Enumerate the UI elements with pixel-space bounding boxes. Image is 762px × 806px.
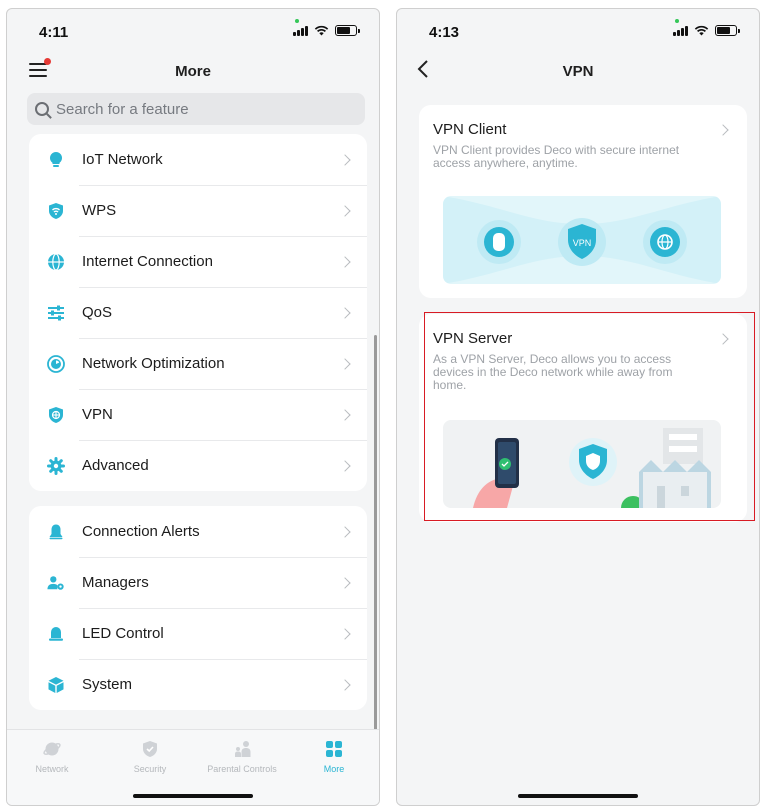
tab-label: Network bbox=[35, 764, 69, 774]
scrollbar[interactable] bbox=[374, 335, 377, 735]
search-placeholder: Search for a feature bbox=[56, 100, 189, 118]
feature-list-group-1: IoT Network WPS Internet Connection QoS bbox=[29, 134, 367, 491]
gear-icon bbox=[47, 456, 65, 475]
globe-icon bbox=[47, 252, 65, 271]
feature-list-group-2: Connection Alerts Managers LED Control S… bbox=[29, 506, 367, 710]
managers-icon bbox=[47, 574, 65, 592]
vpn-client-description: VPN Client provides Deco with secure int… bbox=[433, 143, 680, 170]
list-item-label: QoS bbox=[82, 304, 113, 321]
wifi-icon bbox=[314, 25, 329, 36]
search-input[interactable]: Search for a feature bbox=[27, 93, 365, 125]
wifi-icon bbox=[694, 25, 709, 36]
list-item-label: Managers bbox=[82, 574, 149, 591]
bell-icon bbox=[47, 523, 65, 541]
list-item-label: IoT Network bbox=[82, 151, 163, 168]
nav-bar: More bbox=[7, 49, 379, 91]
status-time: 4:13 bbox=[429, 24, 460, 41]
list-item-wps[interactable]: WPS bbox=[29, 185, 367, 236]
tab-network[interactable]: Network bbox=[7, 740, 97, 774]
list-item-internet-connection[interactable]: Internet Connection bbox=[29, 236, 367, 287]
chevron-right-icon bbox=[339, 357, 351, 370]
page-title: More bbox=[175, 63, 211, 80]
home-indicator bbox=[133, 794, 253, 798]
list-item-label: Connection Alerts bbox=[82, 523, 200, 540]
list-item-managers[interactable]: Managers bbox=[29, 557, 367, 608]
more-grid-icon bbox=[325, 740, 343, 758]
vpn-client-illustration: VPN bbox=[443, 196, 721, 284]
list-item-connection-alerts[interactable]: Connection Alerts bbox=[29, 506, 367, 557]
battery-icon bbox=[715, 25, 740, 36]
home-indicator bbox=[518, 794, 638, 798]
sliders-icon bbox=[47, 304, 65, 322]
list-item-label: Internet Connection bbox=[82, 253, 213, 270]
tab-bar: Network Security Parental Controls More bbox=[7, 729, 379, 805]
parental-icon bbox=[233, 740, 251, 758]
list-item-advanced[interactable]: Advanced bbox=[29, 440, 367, 491]
chevron-right-icon bbox=[339, 627, 351, 640]
list-item-led-control[interactable]: LED Control bbox=[29, 608, 367, 659]
tab-security[interactable]: Security bbox=[105, 740, 195, 774]
chevron-right-icon bbox=[339, 204, 351, 217]
tab-label: Security bbox=[133, 764, 167, 774]
status-icons bbox=[293, 19, 360, 36]
cube-icon bbox=[47, 676, 65, 694]
chevron-right-icon bbox=[339, 459, 351, 472]
security-icon bbox=[141, 740, 159, 758]
status-bar: 4:11 bbox=[7, 9, 379, 49]
chevron-right-icon bbox=[339, 525, 351, 538]
list-item-label: Network Optimization bbox=[82, 355, 225, 372]
status-icons bbox=[673, 19, 740, 36]
tab-parental-controls[interactable]: Parental Controls bbox=[197, 740, 287, 774]
tab-label: More bbox=[323, 764, 345, 774]
chevron-right-icon bbox=[339, 153, 351, 166]
list-item-label: VPN bbox=[82, 406, 113, 423]
more-screen: 4:11 More Search for a feature IoT Netwo… bbox=[6, 8, 380, 806]
network-icon bbox=[43, 740, 61, 758]
vpn-badge-text: VPN bbox=[573, 238, 592, 248]
list-item-label: LED Control bbox=[82, 625, 164, 642]
list-item-network-optimization[interactable]: Network Optimization bbox=[29, 338, 367, 389]
vpn-shield-icon bbox=[47, 406, 65, 424]
battery-icon bbox=[335, 25, 360, 36]
list-item-qos[interactable]: QoS bbox=[29, 287, 367, 338]
tab-more[interactable]: More bbox=[289, 740, 379, 774]
list-item-vpn[interactable]: VPN bbox=[29, 389, 367, 440]
list-item-iot-network[interactable]: IoT Network bbox=[29, 134, 367, 185]
bulb-icon bbox=[47, 151, 65, 169]
chevron-right-icon bbox=[339, 306, 351, 319]
vpn-client-card[interactable]: VPN Client VPN Client provides Deco with… bbox=[419, 105, 747, 298]
led-icon bbox=[47, 625, 65, 643]
list-item-label: System bbox=[82, 676, 133, 693]
list-item-label: WPS bbox=[82, 202, 117, 219]
list-item-system[interactable]: System bbox=[29, 659, 367, 710]
vpn-client-title: VPN Client bbox=[433, 121, 507, 138]
nav-bar: VPN bbox=[397, 49, 759, 91]
chevron-right-icon bbox=[339, 255, 351, 268]
chevron-right-icon bbox=[339, 576, 351, 589]
highlight-box bbox=[424, 312, 755, 521]
page-title: VPN bbox=[562, 63, 594, 80]
chevron-right-icon bbox=[339, 678, 351, 691]
status-time: 4:11 bbox=[39, 24, 69, 41]
signal-icon bbox=[673, 19, 688, 36]
wps-icon bbox=[47, 202, 65, 220]
tab-label: Parental Controls bbox=[207, 764, 277, 774]
signal-icon bbox=[293, 19, 308, 36]
list-item-label: Advanced bbox=[82, 457, 149, 474]
chevron-right-icon bbox=[339, 408, 351, 421]
status-bar: 4:13 bbox=[397, 9, 759, 49]
optimization-icon bbox=[47, 354, 65, 373]
search-icon bbox=[35, 102, 49, 116]
